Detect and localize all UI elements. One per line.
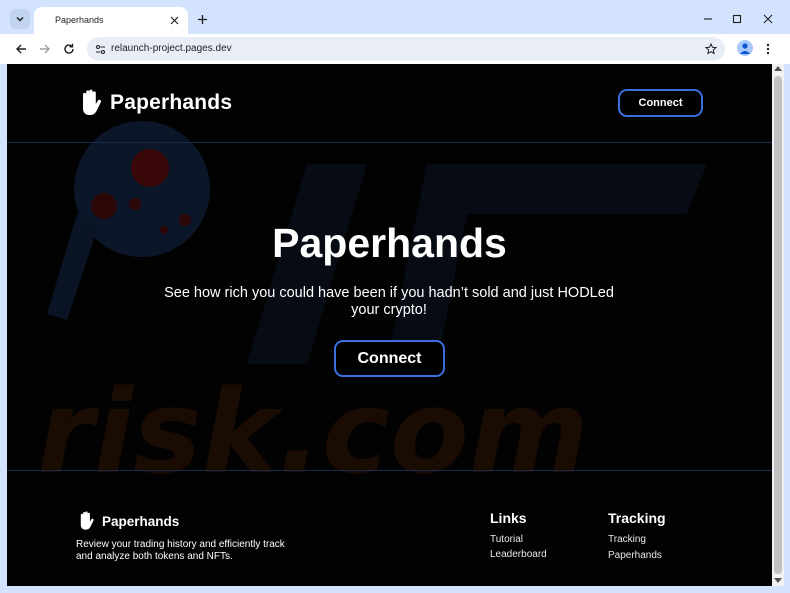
browser-window: Paperhands relaunch-project.pages.dev ri… (0, 0, 790, 593)
tab-search-button[interactable] (10, 9, 30, 29)
footer-brand-name: Paperhands (102, 513, 180, 529)
forward-arrow-icon[interactable] (37, 41, 53, 57)
header-connect-button[interactable]: Connect (618, 89, 703, 117)
hand-icon (80, 511, 94, 530)
footer-description: Review your trading history and efficien… (76, 539, 285, 562)
tracking-column-title: Tracking (608, 510, 666, 526)
footer-link-paperhands[interactable]: Paperhands (608, 550, 662, 561)
profile-avatar-icon[interactable] (737, 40, 753, 56)
address-bar[interactable]: relaunch-project.pages.dev (87, 37, 725, 61)
scroll-thumb[interactable] (774, 76, 782, 574)
tab-bar: Paperhands (0, 0, 790, 34)
site-header: Paperhands Connect (7, 64, 772, 143)
close-tab-icon[interactable] (168, 14, 181, 27)
browser-tab[interactable]: Paperhands (34, 7, 188, 34)
close-window-icon[interactable] (761, 12, 775, 26)
footer-link-tracking[interactable]: Tracking (608, 534, 646, 545)
tab-title: Paperhands (55, 15, 104, 25)
chevron-down-icon (16, 17, 24, 22)
window-frame-bottom (0, 586, 790, 593)
site-info-icon[interactable] (93, 42, 107, 56)
browser-toolbar: relaunch-project.pages.dev (0, 34, 790, 64)
links-column-title: Links (490, 510, 527, 526)
vertical-scrollbar[interactable] (772, 64, 784, 586)
url-text: relaunch-project.pages.dev (111, 43, 232, 54)
footer-divider (7, 470, 772, 471)
back-arrow-icon[interactable] (13, 41, 29, 57)
hand-icon (83, 89, 102, 115)
page-viewport: risk.com Paperhands Connect Paperhands S… (7, 64, 772, 586)
hero-subtitle: See how rich you could have been if you … (164, 285, 614, 318)
kebab-menu-icon[interactable] (762, 41, 774, 57)
maximize-icon[interactable] (730, 12, 744, 26)
footer-logo[interactable]: Paperhands (77, 511, 179, 531)
minimize-icon[interactable] (701, 12, 715, 26)
footer-link-leaderboard[interactable]: Leaderboard (490, 549, 547, 560)
reload-icon[interactable] (61, 41, 77, 57)
footer-link-tutorial[interactable]: Tutorial (490, 534, 523, 545)
window-frame-right (784, 64, 790, 593)
new-tab-icon[interactable] (195, 12, 209, 26)
hero-title: Paperhands (272, 220, 507, 266)
brand-name: Paperhands (110, 91, 233, 114)
scroll-down-arrow-icon[interactable] (774, 578, 782, 583)
site-logo[interactable]: Paperhands (78, 89, 232, 117)
hero-connect-button[interactable]: Connect (334, 340, 445, 377)
scroll-up-arrow-icon[interactable] (774, 66, 782, 71)
bookmark-star-icon[interactable] (704, 42, 718, 56)
svg-text:risk.com: risk.com (37, 366, 589, 500)
